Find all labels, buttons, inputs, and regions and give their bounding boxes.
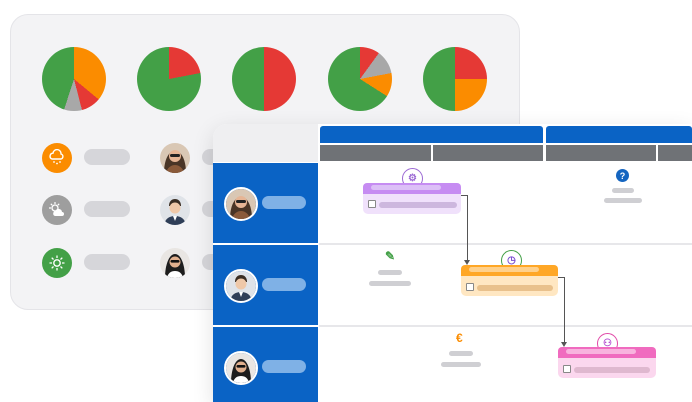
placeholder-pill [612, 188, 634, 193]
resource-name-placeholder [262, 196, 306, 209]
euro-glyph: € [456, 331, 463, 345]
edit-icon[interactable]: ✎ [385, 250, 395, 262]
task-checkbox[interactable] [563, 365, 571, 373]
pie-chart [42, 47, 106, 111]
timeline-header-day[interactable] [658, 145, 692, 161]
help-icon[interactable]: ? [616, 169, 629, 182]
placeholder-pill [84, 254, 130, 270]
resource-row[interactable] [213, 163, 318, 243]
resource-row[interactable] [213, 327, 318, 402]
placeholder-pill [369, 281, 411, 286]
task-title-placeholder [371, 185, 441, 190]
timeline-header-day[interactable] [433, 145, 543, 161]
task-detail-placeholder [477, 285, 553, 291]
avatar [224, 187, 258, 221]
placeholder-pill [604, 198, 642, 203]
resource-name-placeholder [262, 360, 306, 373]
task-checkbox[interactable] [466, 283, 474, 291]
task-card[interactable] [363, 183, 461, 214]
task-title-placeholder [469, 267, 539, 272]
resource-name-placeholder [262, 278, 306, 291]
dependency-line [467, 195, 468, 261]
dependency-arrow [561, 342, 567, 347]
edit-glyph: ✎ [385, 249, 396, 263]
task-card[interactable] [461, 265, 558, 296]
dependency-line [564, 277, 565, 343]
timeline-header-day[interactable] [546, 145, 656, 161]
avatar [160, 248, 190, 278]
task-title-placeholder [566, 349, 636, 354]
partly-cloudy-icon [42, 195, 72, 225]
task-detail-placeholder [379, 202, 457, 208]
pie-chart [423, 47, 487, 111]
placeholder-pill [449, 351, 473, 356]
timeline-header-period[interactable] [320, 126, 543, 143]
snow-cloud-icon [42, 143, 72, 173]
resource-row[interactable] [213, 245, 318, 325]
pie-chart [328, 47, 392, 111]
pie-chart [137, 47, 201, 111]
placeholder-pill [441, 362, 481, 367]
timeline-header-day[interactable] [320, 145, 431, 161]
avatar [224, 351, 258, 385]
placeholder-pill [84, 149, 130, 165]
euro-icon: € [456, 332, 463, 344]
placeholder-pill [378, 270, 402, 275]
task-detail-placeholder [574, 367, 650, 373]
placeholder-pill [84, 201, 130, 217]
avatar [160, 195, 190, 225]
sun-icon [42, 248, 72, 278]
help-glyph: ? [619, 170, 626, 181]
task-checkbox[interactable] [368, 200, 376, 208]
avatar [160, 143, 190, 173]
dependency-arrow [464, 260, 470, 265]
resource-planner: ⚙ ? ✎ ◷ € ⚇ [213, 124, 692, 402]
avatar [224, 269, 258, 303]
header-corner [213, 124, 318, 162]
task-card[interactable] [558, 347, 656, 378]
timeline-header-period[interactable] [546, 126, 692, 143]
pie-chart [232, 47, 296, 111]
